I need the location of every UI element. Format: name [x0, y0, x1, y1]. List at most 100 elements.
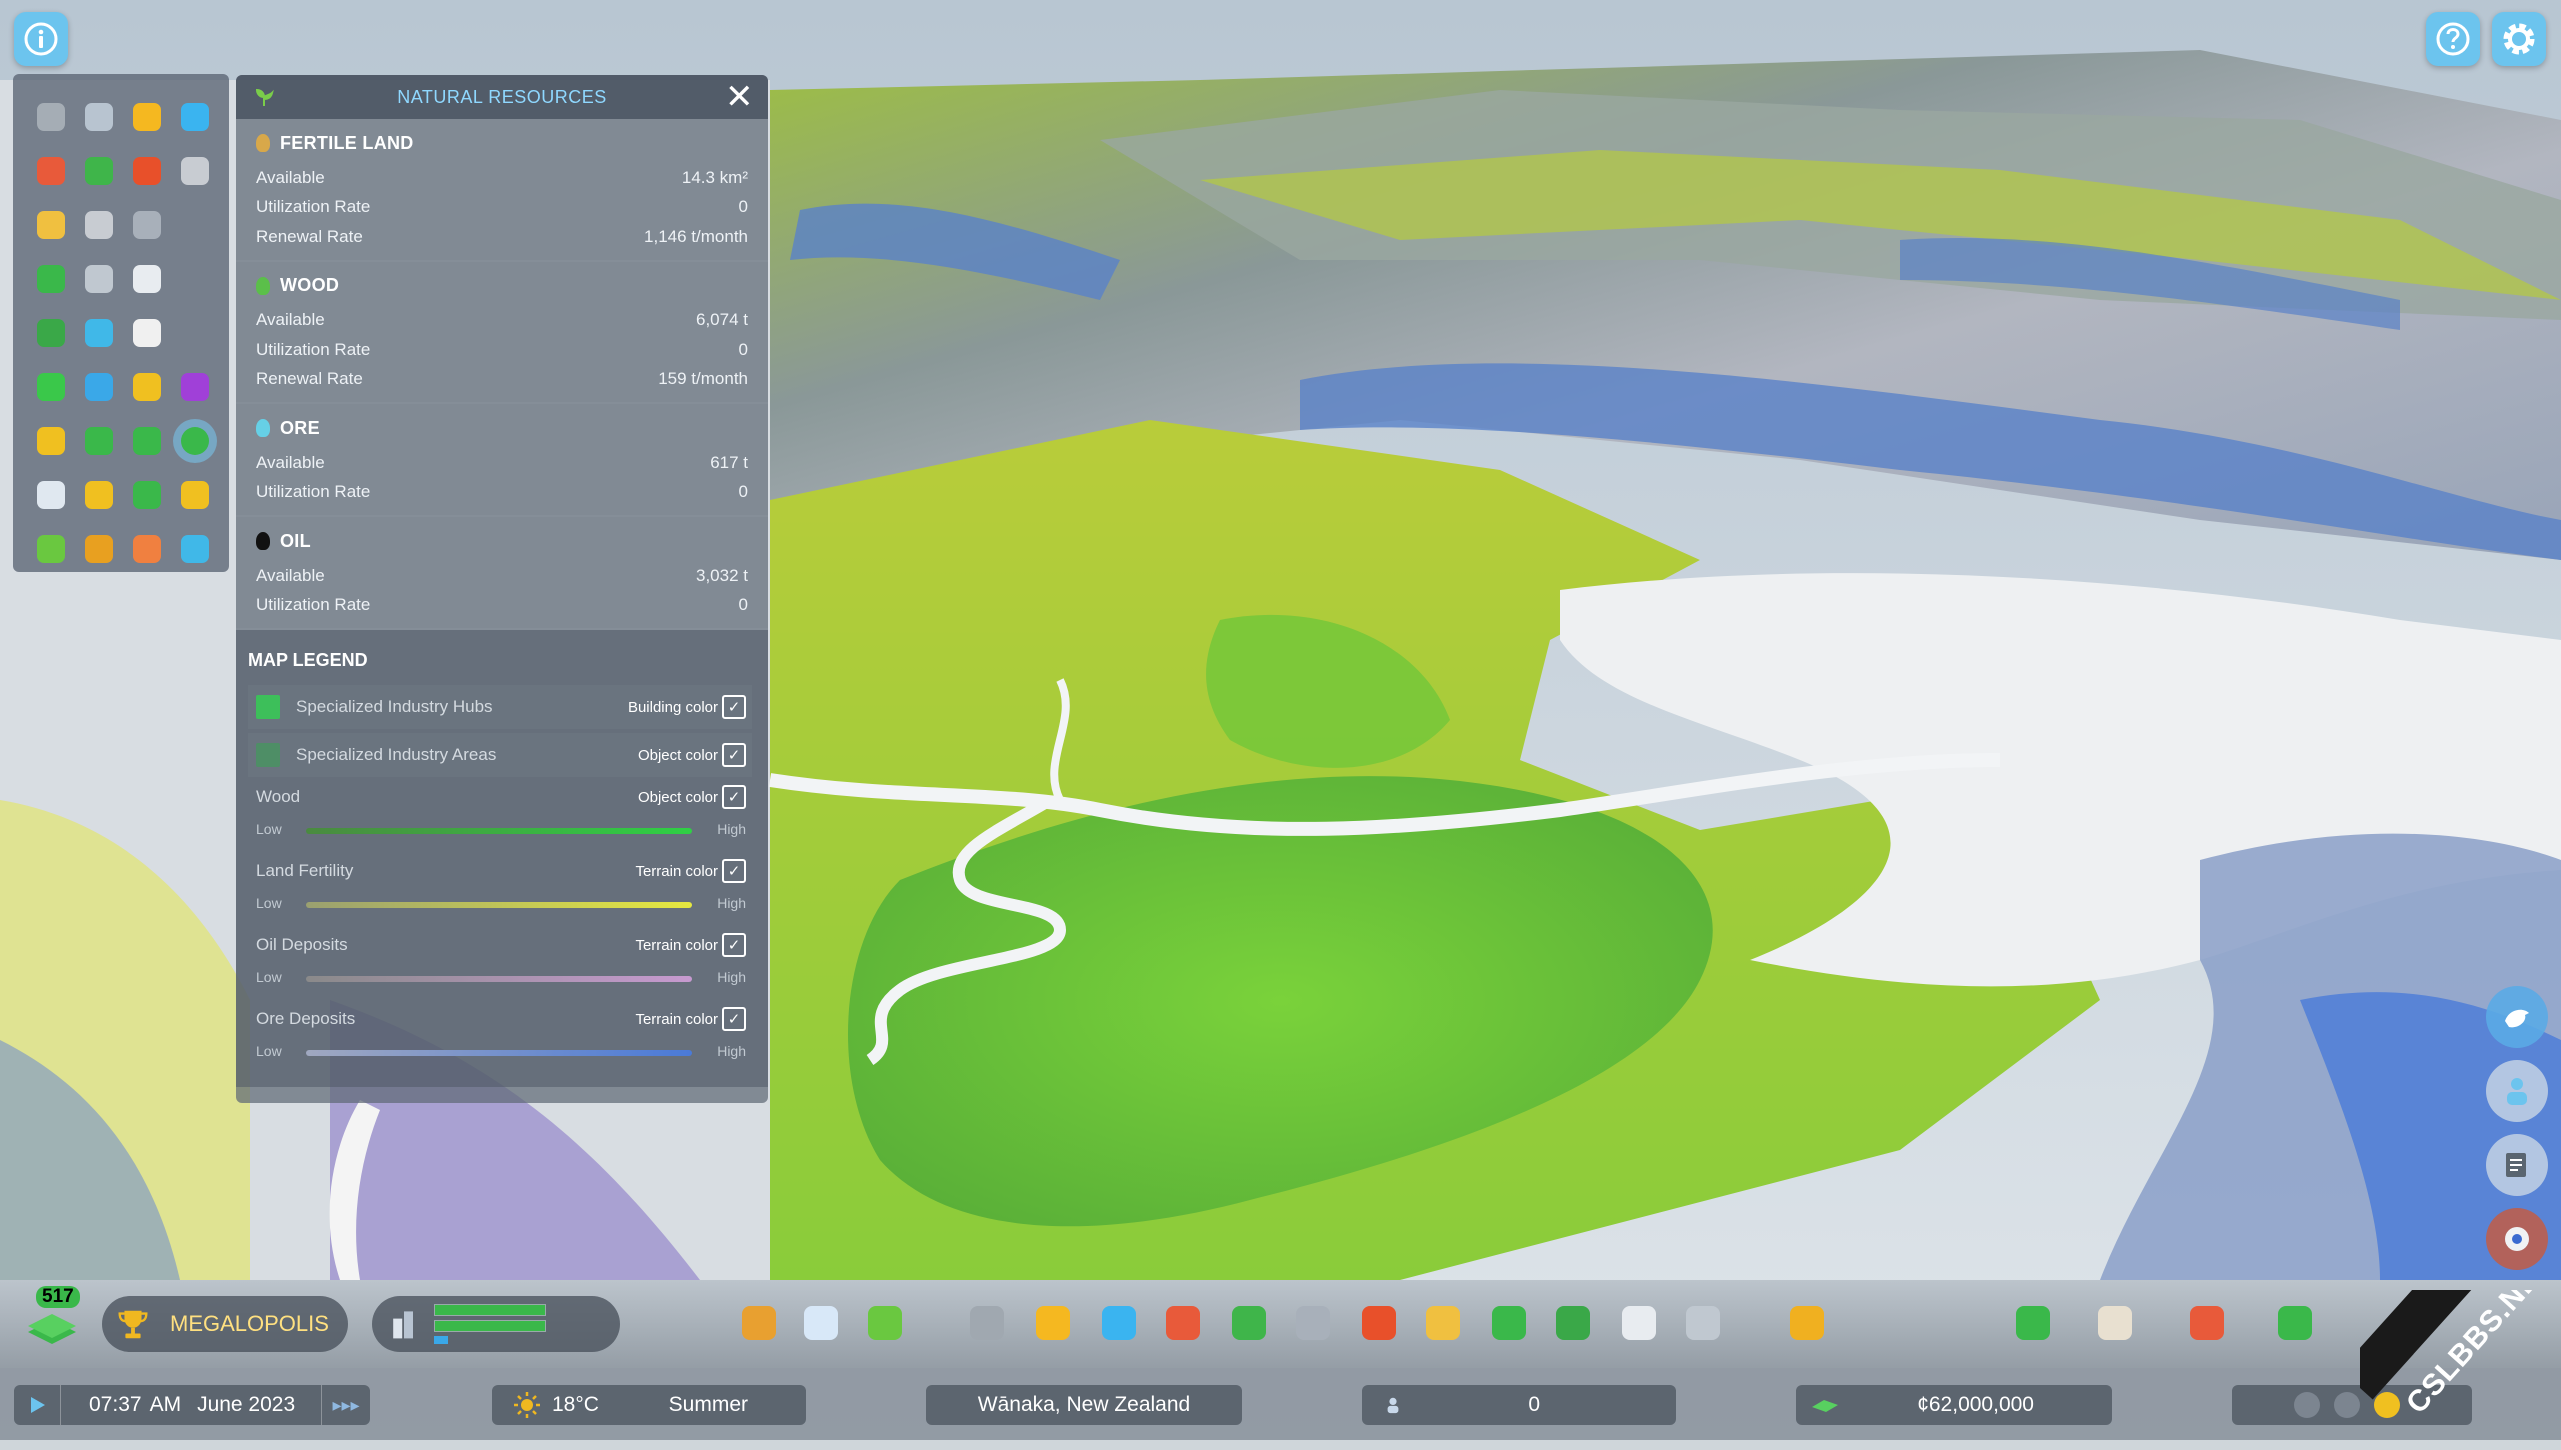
resource-list: FERTILE LAND Available 14.3 km² Utilization… — [236, 119, 768, 630]
infoview-land-value-button[interactable] — [75, 414, 123, 468]
area-lock-tool-button[interactable] — [2012, 1302, 2054, 1344]
chirper-button[interactable] — [2486, 986, 2548, 1048]
infoview-office-zone-button[interactable] — [171, 360, 219, 414]
infoview-mail-button[interactable] — [75, 252, 123, 306]
money-box[interactable]: ¢62,000,000 — [1796, 1385, 2112, 1425]
legend-checkbox[interactable]: ✓ — [722, 933, 746, 957]
journal-button[interactable] — [2486, 1134, 2548, 1196]
legend-checkbox[interactable]: ✓ — [722, 1007, 746, 1031]
fire-rescue-tool-button[interactable] — [1358, 1302, 1400, 1344]
natural-resources-icon — [181, 427, 209, 455]
infoview-money-button[interactable] — [123, 468, 171, 522]
demand-pill[interactable] — [372, 1296, 620, 1352]
legend-checkbox[interactable]: ✓ — [722, 743, 746, 767]
water-tool-button[interactable] — [1098, 1302, 1140, 1344]
infoview-house-button[interactable] — [27, 414, 75, 468]
infoview-pollution-button[interactable] — [123, 306, 171, 360]
zoning-tool-button[interactable] — [738, 1302, 780, 1344]
legend-gradient-item[interactable]: Oil Deposits Terrain color ✓ Low High — [248, 929, 752, 997]
infoview-tourism-button[interactable] — [75, 306, 123, 360]
landscaping-tool-button[interactable] — [864, 1302, 906, 1344]
legend-mode: Terrain color — [635, 1011, 718, 1028]
land-value-icon — [85, 427, 113, 455]
speed-button[interactable]: ▸▸▸ — [321, 1385, 370, 1425]
map-tiles-tool-button[interactable] — [2094, 1302, 2136, 1344]
map-legend: Specialized Industry Hubs Building color ✓… — [236, 685, 768, 1087]
legend-checkbox[interactable]: ✓ — [722, 859, 746, 883]
police-icon — [1426, 1306, 1460, 1340]
parks-tool-button[interactable] — [1552, 1302, 1594, 1344]
infoview-industrial-zone-button[interactable] — [123, 360, 171, 414]
legend-checkbox[interactable]: ✓ — [722, 695, 746, 719]
milestone-badge[interactable]: 517 — [22, 1286, 84, 1354]
radio-button[interactable] — [2486, 1208, 2548, 1270]
infoview-fire-button[interactable] — [123, 144, 171, 198]
infoview-goods-button[interactable] — [75, 522, 123, 576]
infoview-population-button[interactable] — [27, 468, 75, 522]
legend-label: Oil Deposits — [256, 935, 348, 954]
statistics-tool-button[interactable] — [2186, 1302, 2228, 1344]
infoview-electricity-button[interactable] — [123, 90, 171, 144]
resource-fertile-land: FERTILE LAND Available 14.3 km² Utilization… — [236, 119, 768, 262]
infoview-recycle-button[interactable] — [75, 144, 123, 198]
area-tool-button[interactable] — [800, 1302, 842, 1344]
infoview-terrain-button[interactable] — [27, 522, 75, 576]
infoview-health-button[interactable] — [27, 144, 75, 198]
infoview-chat-button[interactable] — [123, 252, 171, 306]
infoview-economy-button[interactable] — [123, 414, 171, 468]
infoview-government-button[interactable] — [75, 198, 123, 252]
infoview-commercial-zone-button[interactable] — [75, 360, 123, 414]
legend-mode: Terrain color — [635, 937, 718, 954]
infoview-vehicle-button[interactable] — [75, 90, 123, 144]
electricity-tool-button[interactable] — [1032, 1302, 1074, 1344]
infoview-road-button[interactable] — [27, 90, 75, 144]
workers-icon — [181, 481, 209, 509]
bulldozer-tool-button[interactable] — [1786, 1302, 1828, 1344]
education-tool-button[interactable] — [1292, 1302, 1334, 1344]
milestone-pill[interactable]: MEGALOPOLIS — [102, 1296, 348, 1352]
infoview-police-button[interactable] — [27, 198, 75, 252]
infoview-happiness-button[interactable] — [75, 468, 123, 522]
infoview-residential-zone-button[interactable] — [27, 360, 75, 414]
close-button[interactable]: ✕ — [725, 80, 754, 114]
infoview-water-button[interactable] — [171, 90, 219, 144]
infoview-wrench-button[interactable] — [171, 144, 219, 198]
communications-icon — [1622, 1306, 1656, 1340]
landmarks-tool-button[interactable] — [1682, 1302, 1724, 1344]
fire-rescue-icon — [1362, 1306, 1396, 1340]
infoview-services-button[interactable] — [123, 522, 171, 576]
infoview-water-zone-button[interactable] — [171, 522, 219, 576]
legend-gradient-item[interactable]: Wood Object color ✓ Low High — [248, 781, 752, 849]
weather-box[interactable]: 18°C Summer — [492, 1385, 806, 1425]
citizens-button[interactable] — [2486, 1060, 2548, 1122]
infoview-education-button[interactable] — [123, 198, 171, 252]
panel-title: NATURAL RESOURCES — [397, 86, 607, 107]
gradient-bar — [306, 902, 692, 908]
play-button[interactable] — [14, 1385, 61, 1425]
bird-icon — [2505, 1009, 2529, 1028]
help-button[interactable] — [2426, 12, 2480, 66]
infoview-transport-button[interactable] — [27, 252, 75, 306]
info-button[interactable] — [14, 12, 68, 66]
legend-label: Ore Deposits — [256, 1009, 356, 1028]
resource-stat-row: Available 14.3 km² — [256, 163, 748, 193]
population-box[interactable]: 0 — [1362, 1385, 1676, 1425]
roads-tool-button[interactable] — [966, 1302, 1008, 1344]
police-tool-button[interactable] — [1422, 1302, 1464, 1344]
city-services-tool-button[interactable] — [2274, 1302, 2316, 1344]
garbage-tool-button[interactable] — [1228, 1302, 1270, 1344]
infoview-natural-resources-button[interactable] — [171, 414, 219, 468]
healthcare-tool-button[interactable] — [1162, 1302, 1204, 1344]
infoview-parks-button[interactable] — [27, 306, 75, 360]
legend-item[interactable]: Specialized Industry Areas Object color ✓ — [248, 733, 752, 777]
legend-gradient-item[interactable]: Ore Deposits Terrain color ✓ Low High — [248, 1003, 752, 1071]
transportation-tool-button[interactable] — [1488, 1302, 1530, 1344]
infoview-workers-button[interactable] — [171, 468, 219, 522]
stat-value: 3,032 t — [696, 565, 748, 585]
city-location: Wānaka, New Zealand — [977, 1393, 1191, 1416]
settings-button[interactable] — [2492, 12, 2546, 66]
communications-tool-button[interactable] — [1618, 1302, 1660, 1344]
legend-checkbox[interactable]: ✓ — [722, 785, 746, 809]
legend-gradient-item[interactable]: Land Fertility Terrain color ✓ Low High — [248, 855, 752, 923]
legend-item[interactable]: Specialized Industry Hubs Building color ✓ — [248, 685, 752, 729]
